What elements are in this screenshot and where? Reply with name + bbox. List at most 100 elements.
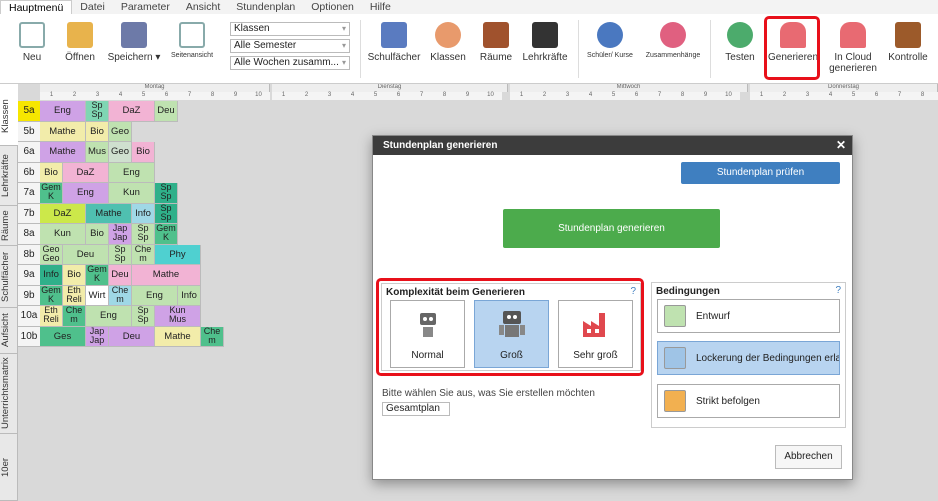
tab-unterrichtsmatrix[interactable]: Unterrichtsmatrix	[0, 354, 18, 434]
lesson-cell[interactable]: Sp Sp	[109, 244, 132, 265]
lesson-cell[interactable]: Deu	[109, 265, 132, 286]
lesson-cell[interactable]: Ges	[40, 326, 86, 347]
class-row-label[interactable]: 5a	[18, 101, 40, 122]
lesson-cell[interactable]: Kun	[40, 224, 86, 245]
lesson-cell[interactable]: Info	[40, 265, 63, 286]
class-row-label[interactable]: 9b	[18, 285, 40, 306]
class-row-label[interactable]: 6b	[18, 162, 40, 183]
lesson-cell[interactable]: Kun Mus	[155, 306, 201, 327]
help-icon[interactable]: ?	[835, 285, 841, 296]
lesson-cell[interactable]: Che m	[201, 326, 224, 347]
lesson-cell[interactable]: DaZ	[63, 162, 109, 183]
lesson-cell[interactable]: Bio	[63, 265, 86, 286]
generate-timetable-button[interactable]: Stundenplan generieren	[503, 209, 720, 248]
class-row-label[interactable]: 8a	[18, 224, 40, 245]
page-view-button[interactable]: Seitenansicht	[168, 18, 216, 59]
lesson-cell[interactable]: Kun	[109, 183, 155, 204]
lesson-cell[interactable]: Gem K	[155, 224, 178, 245]
save-button[interactable]: Speichern ▾	[106, 18, 162, 63]
lesson-cell[interactable]: Deu	[109, 326, 155, 347]
control-button[interactable]: Kontrolle	[884, 18, 932, 63]
lesson-cell[interactable]: Eng	[132, 285, 178, 306]
plan-type-select[interactable]: Gesamtplan	[382, 402, 450, 416]
new-button[interactable]: Neu	[14, 18, 50, 63]
menu-datei[interactable]: Datei	[72, 0, 113, 14]
lesson-cell[interactable]: Bio	[86, 121, 109, 142]
class-row-label[interactable]: 7b	[18, 203, 40, 224]
lesson-cell[interactable]: Mathe	[86, 203, 132, 224]
tab-aufsicht[interactable]: Aufsicht	[0, 308, 18, 354]
lesson-cell[interactable]: Eng	[40, 101, 86, 122]
lesson-cell[interactable]: Jap Jap	[86, 326, 109, 347]
cancel-button[interactable]: Abbrechen	[775, 445, 842, 469]
lesson-cell[interactable]: Phy	[155, 244, 201, 265]
lesson-cell[interactable]: Sp Sp	[132, 306, 155, 327]
lesson-cell[interactable]: Mus	[86, 142, 109, 163]
lesson-cell[interactable]: Bio	[40, 162, 63, 183]
lesson-cell[interactable]: Eth Reli	[63, 285, 86, 306]
lesson-cell[interactable]: Deu	[155, 101, 178, 122]
lesson-cell[interactable]: Jap Jap	[109, 224, 132, 245]
test-button[interactable]: Testen	[720, 18, 760, 63]
lesson-cell[interactable]: Bio	[86, 224, 109, 245]
lesson-cell[interactable]: DaZ	[40, 203, 86, 224]
cloud-generate-button[interactable]: In Cloud generieren	[826, 18, 880, 74]
tab-10er[interactable]: 10er	[0, 434, 18, 501]
lesson-cell[interactable]: DaZ	[109, 101, 155, 122]
relations-button[interactable]: Zusammenhänge	[642, 18, 704, 59]
lesson-cell[interactable]: Eth Reli	[40, 306, 63, 327]
open-button[interactable]: Öffnen	[58, 18, 102, 63]
tab-lehrkraefte[interactable]: Lehrkräfte	[0, 146, 18, 206]
menu-parameter[interactable]: Parameter	[113, 0, 178, 14]
check-timetable-button[interactable]: Stundenplan prüfen	[681, 162, 840, 184]
lesson-cell[interactable]: Mathe	[40, 142, 86, 163]
lesson-cell[interactable]: Eng	[86, 306, 132, 327]
lesson-cell[interactable]: Info	[178, 285, 201, 306]
lesson-cell[interactable]: Mathe	[40, 121, 86, 142]
lesson-cell[interactable]: Sp Sp	[132, 224, 155, 245]
menu-hauptmenue[interactable]: Hauptmenü	[0, 0, 73, 14]
tab-raeume[interactable]: Räume	[0, 206, 18, 246]
lesson-cell[interactable]: Che m	[109, 285, 132, 306]
teachers-button[interactable]: Lehrkräfte	[520, 18, 570, 63]
relax-conditions-button[interactable]: Lockerung der Bedingungen erlau	[657, 341, 840, 375]
class-row-label[interactable]: 5b	[18, 121, 40, 142]
lesson-cell[interactable]: Geo	[109, 142, 132, 163]
class-row-label[interactable]: 10a	[18, 306, 40, 327]
lesson-cell[interactable]: Info	[132, 203, 155, 224]
subjects-button[interactable]: Schulfächer	[366, 18, 422, 63]
class-row-label[interactable]: 8b	[18, 244, 40, 265]
class-row-label[interactable]: 10b	[18, 326, 40, 347]
lesson-cell[interactable]: Mathe	[132, 265, 201, 286]
lesson-cell[interactable]: Mathe	[155, 326, 201, 347]
lesson-cell[interactable]: Deu	[63, 244, 109, 265]
lesson-cell[interactable]: Sp Sp	[155, 203, 178, 224]
lesson-cell[interactable]: Sp Sp	[155, 183, 178, 204]
class-select[interactable]: Klassen	[230, 22, 350, 36]
classes-button[interactable]: Klassen	[426, 18, 470, 63]
lesson-cell[interactable]: Bio	[132, 142, 155, 163]
class-row-label[interactable]: 6a	[18, 142, 40, 163]
lesson-cell[interactable]: Che m	[63, 306, 86, 327]
menu-ansicht[interactable]: Ansicht	[178, 0, 228, 14]
lesson-cell[interactable]: Eng	[63, 183, 109, 204]
weeks-select[interactable]: Alle Wochen zusamm...	[230, 56, 350, 70]
lesson-cell[interactable]: Gem K	[40, 183, 63, 204]
semester-select[interactable]: Alle Semester	[230, 39, 350, 53]
rooms-button[interactable]: Räume	[476, 18, 516, 63]
lesson-cell[interactable]: Eng	[109, 162, 155, 183]
lesson-cell[interactable]: Sp Sp	[86, 101, 109, 122]
strict-button[interactable]: Strikt befolgen	[657, 384, 840, 418]
class-row-label[interactable]: 9a	[18, 265, 40, 286]
tab-klassen[interactable]: Klassen	[0, 88, 18, 146]
tab-schulfaecher[interactable]: Schulfächer	[0, 246, 18, 308]
lesson-cell[interactable]: Geo	[109, 121, 132, 142]
lesson-cell[interactable]: Gem K	[86, 265, 109, 286]
menu-optionen[interactable]: Optionen	[303, 0, 362, 14]
lesson-cell[interactable]: Geo Geo	[40, 244, 63, 265]
close-icon[interactable]: ✕	[836, 136, 846, 155]
lesson-cell[interactable]: Che m	[132, 244, 155, 265]
lesson-cell[interactable]: Gem K	[40, 285, 63, 306]
menu-stundenplan[interactable]: Stundenplan	[228, 0, 303, 14]
students-courses-button[interactable]: Schüler/ Kurse	[584, 18, 636, 59]
